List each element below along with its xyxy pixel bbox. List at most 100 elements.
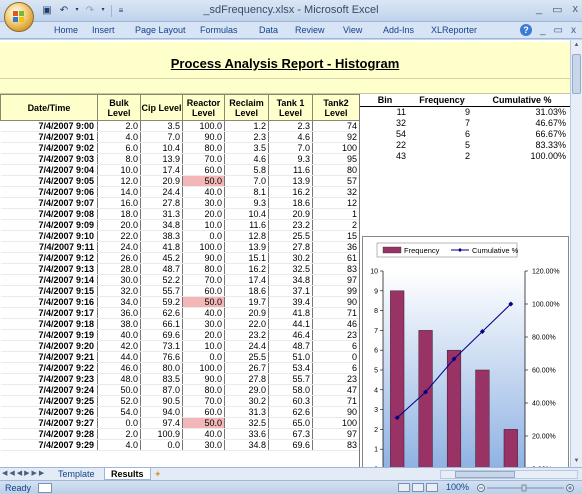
value-cell[interactable]: 23.2 [268,219,313,231]
datetime-cell[interactable]: 7/4/2007 9:11 [0,241,98,253]
page-break-view-button[interactable] [426,483,438,492]
value-cell[interactable]: 60.0 [182,164,225,176]
value-cell[interactable]: 20.0 [97,219,141,231]
maximize-button[interactable]: ▭ [552,3,562,16]
value-cell[interactable]: 12.0 [97,175,141,187]
datetime-cell[interactable]: 7/4/2007 9:21 [0,351,98,363]
value-cell[interactable]: 6 [312,362,360,374]
datetime-cell[interactable]: 7/4/2007 9:16 [0,296,98,308]
office-button[interactable] [4,2,34,32]
value-cell[interactable]: 80.0 [140,362,183,374]
value-cell[interactable]: 74 [312,120,360,132]
value-cell[interactable]: 66.1 [140,318,183,330]
value-cell[interactable]: 87.0 [140,384,183,396]
scroll-down-icon[interactable]: ▼ [571,456,582,467]
value-cell[interactable]: 7.0 [140,131,183,143]
tab-data[interactable]: Data [259,25,278,35]
value-cell[interactable]: 20.0 [182,208,225,220]
value-cell[interactable]: 20.9 [140,175,183,187]
value-cell[interactable]: 25.5 [268,230,313,242]
datetime-cell[interactable]: 7/4/2007 9:06 [0,186,98,198]
value-cell[interactable]: 0.0 [182,230,225,242]
value-cell[interactable]: 38.0 [97,318,141,330]
value-cell[interactable]: 27.8 [268,241,313,253]
value-cell[interactable]: 23 [312,329,360,341]
value-cell[interactable]: 19.7 [224,296,269,308]
value-cell[interactable]: 17.4 [224,274,269,286]
datetime-cell[interactable]: 7/4/2007 9:10 [0,230,98,242]
value-cell[interactable]: 57 [312,175,360,187]
vertical-scrollbar[interactable]: ▲ ▼ [570,40,582,467]
value-cell[interactable]: 30.0 [182,439,225,451]
datetime-cell[interactable]: 7/4/2007 9:07 [0,197,98,209]
value-cell[interactable]: 90 [312,296,360,308]
value-cell[interactable]: 73.1 [140,340,183,352]
value-cell[interactable]: 1.2 [224,120,269,132]
horizontal-scroll-thumb[interactable] [455,471,515,478]
value-cell[interactable]: 50.0 [182,296,225,308]
value-cell[interactable]: 90 [312,406,360,418]
bin-cell[interactable]: 31.03% [474,106,570,118]
tab-insert[interactable]: Insert [92,25,115,35]
value-cell[interactable]: 6 [312,340,360,352]
value-cell[interactable]: 30.2 [268,252,313,264]
value-cell[interactable]: 11.6 [268,164,313,176]
value-cell[interactable]: 97 [312,428,360,440]
value-cell[interactable]: 46.4 [268,329,313,341]
value-cell[interactable]: 34.8 [140,219,183,231]
bin-cell[interactable]: 22 [360,140,410,151]
value-cell[interactable]: 30.0 [182,318,225,330]
value-cell[interactable]: 20.0 [182,329,225,341]
datetime-cell[interactable]: 7/4/2007 9:17 [0,307,98,319]
value-cell[interactable]: 2.3 [224,131,269,143]
datetime-cell[interactable]: 7/4/2007 9:02 [0,142,98,154]
value-cell[interactable]: 4.6 [224,153,269,165]
value-cell[interactable]: 26.7 [224,362,269,374]
datetime-cell[interactable]: 7/4/2007 9:20 [0,340,98,352]
value-cell[interactable]: 41.8 [268,307,313,319]
value-cell[interactable]: 7.0 [224,175,269,187]
value-cell[interactable]: 18.6 [268,197,313,209]
datetime-cell[interactable]: 7/4/2007 9:23 [0,373,98,385]
value-cell[interactable]: 90.0 [182,252,225,264]
value-cell[interactable]: 34.8 [224,439,269,451]
value-cell[interactable]: 13.9 [224,241,269,253]
datetime-cell[interactable]: 7/4/2007 9:05 [0,175,98,187]
value-cell[interactable]: 9.3 [268,153,313,165]
value-cell[interactable]: 60.0 [182,285,225,297]
value-cell[interactable]: 45.2 [140,252,183,264]
bin-cell[interactable]: 54 [360,129,410,140]
bin-cell[interactable]: 32 [360,118,410,129]
value-cell[interactable]: 54.0 [97,406,141,418]
value-cell[interactable]: 27.8 [140,197,183,209]
datetime-cell[interactable]: 7/4/2007 9:15 [0,285,98,297]
value-cell[interactable]: 83.5 [140,373,183,385]
histogram-chart[interactable]: FrequencyCumulative %0123456789100.00%20… [362,236,569,467]
value-cell[interactable]: 36 [312,241,360,253]
value-cell[interactable]: 30.0 [182,197,225,209]
value-cell[interactable]: 13.9 [268,175,313,187]
value-cell[interactable]: 90.0 [182,131,225,143]
value-cell[interactable]: 22.0 [224,318,269,330]
value-cell[interactable]: 94.0 [140,406,183,418]
datetime-cell[interactable]: 7/4/2007 9:19 [0,329,98,341]
tab-home[interactable]: Home [54,25,78,35]
value-cell[interactable]: 15.1 [224,252,269,264]
value-cell[interactable]: 31.3 [140,208,183,220]
value-cell[interactable]: 46 [312,318,360,330]
value-cell[interactable]: 100.0 [182,120,225,132]
value-cell[interactable]: 26.0 [97,252,141,264]
value-cell[interactable]: 25.5 [224,351,269,363]
value-cell[interactable]: 13.9 [140,153,183,165]
value-cell[interactable]: 71 [312,307,360,319]
value-cell[interactable]: 69.6 [140,329,183,341]
value-cell[interactable]: 30.2 [224,395,269,407]
value-cell[interactable]: 2.0 [97,120,141,132]
value-cell[interactable]: 32.5 [224,417,269,429]
bin-cell[interactable]: 9 [410,106,474,118]
value-cell[interactable]: 55.7 [268,373,313,385]
value-cell[interactable]: 29.0 [224,384,269,396]
value-cell[interactable]: 0.0 [97,417,141,429]
datetime-cell[interactable]: 7/4/2007 9:26 [0,406,98,418]
value-cell[interactable]: 47 [312,384,360,396]
